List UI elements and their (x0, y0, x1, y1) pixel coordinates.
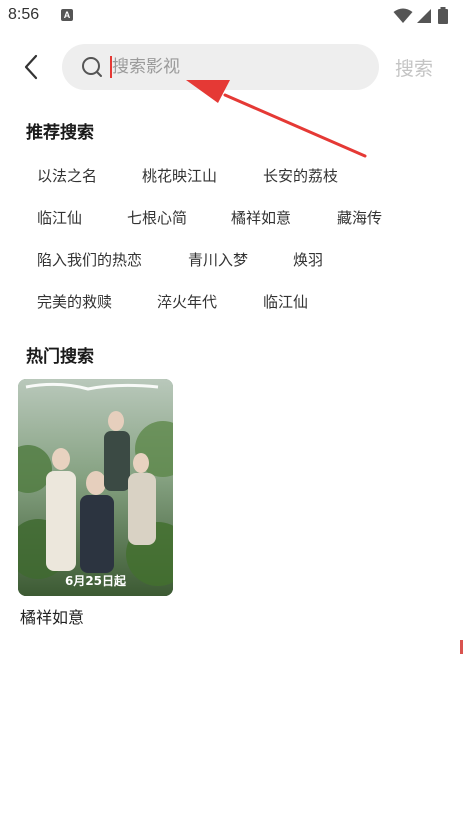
cellular-signal-icon (417, 9, 431, 23)
recommended-tag[interactable]: 陷入我们的热恋 (37, 249, 142, 270)
recommended-tag[interactable]: 藏海传 (337, 207, 382, 228)
search-button[interactable]: 搜索 (395, 54, 433, 81)
poster-image: 6月25日起 (18, 379, 173, 596)
recommended-tag[interactable]: 橘祥如意 (231, 207, 291, 228)
hot-section-title: 热门搜索 (26, 347, 94, 367)
poster-art (18, 379, 173, 596)
recommended-tag[interactable]: 临江仙 (263, 291, 308, 312)
recommended-tag[interactable]: 桃花映江山 (142, 165, 217, 186)
recommended-section-title: 推荐搜索 (26, 123, 94, 143)
chevron-left-icon (24, 54, 38, 80)
recommended-tag[interactable]: 淬火年代 (157, 291, 217, 312)
poster-date-label: 6月25日起 (64, 574, 127, 588)
status-time: 8:56 (8, 6, 40, 23)
recommended-tag[interactable]: 长安的荔枝 (263, 165, 338, 186)
app-notification-icon: A (61, 9, 73, 21)
status-indicators (393, 7, 455, 25)
recommended-tag[interactable]: 焕羽 (293, 249, 323, 270)
recommended-tag[interactable]: 完美的救赎 (37, 291, 112, 312)
hot-item-title: 橘祥如意 (20, 608, 85, 627)
search-icon (82, 57, 102, 77)
recommended-tag[interactable]: 青川入梦 (188, 249, 248, 270)
hot-item-card[interactable]: 6月25日起 橘祥如意 (18, 379, 173, 627)
back-button[interactable] (16, 52, 48, 84)
recommended-tag[interactable]: 七根心简 (127, 207, 187, 228)
search-input[interactable] (112, 54, 362, 80)
text-cursor (110, 56, 112, 78)
status-bar: 8:56 A (0, 0, 463, 32)
recommended-tag[interactable]: 临江仙 (37, 207, 82, 228)
wifi-icon (393, 8, 413, 23)
battery-icon (438, 7, 448, 24)
recommended-tag[interactable]: 以法之名 (37, 165, 97, 186)
